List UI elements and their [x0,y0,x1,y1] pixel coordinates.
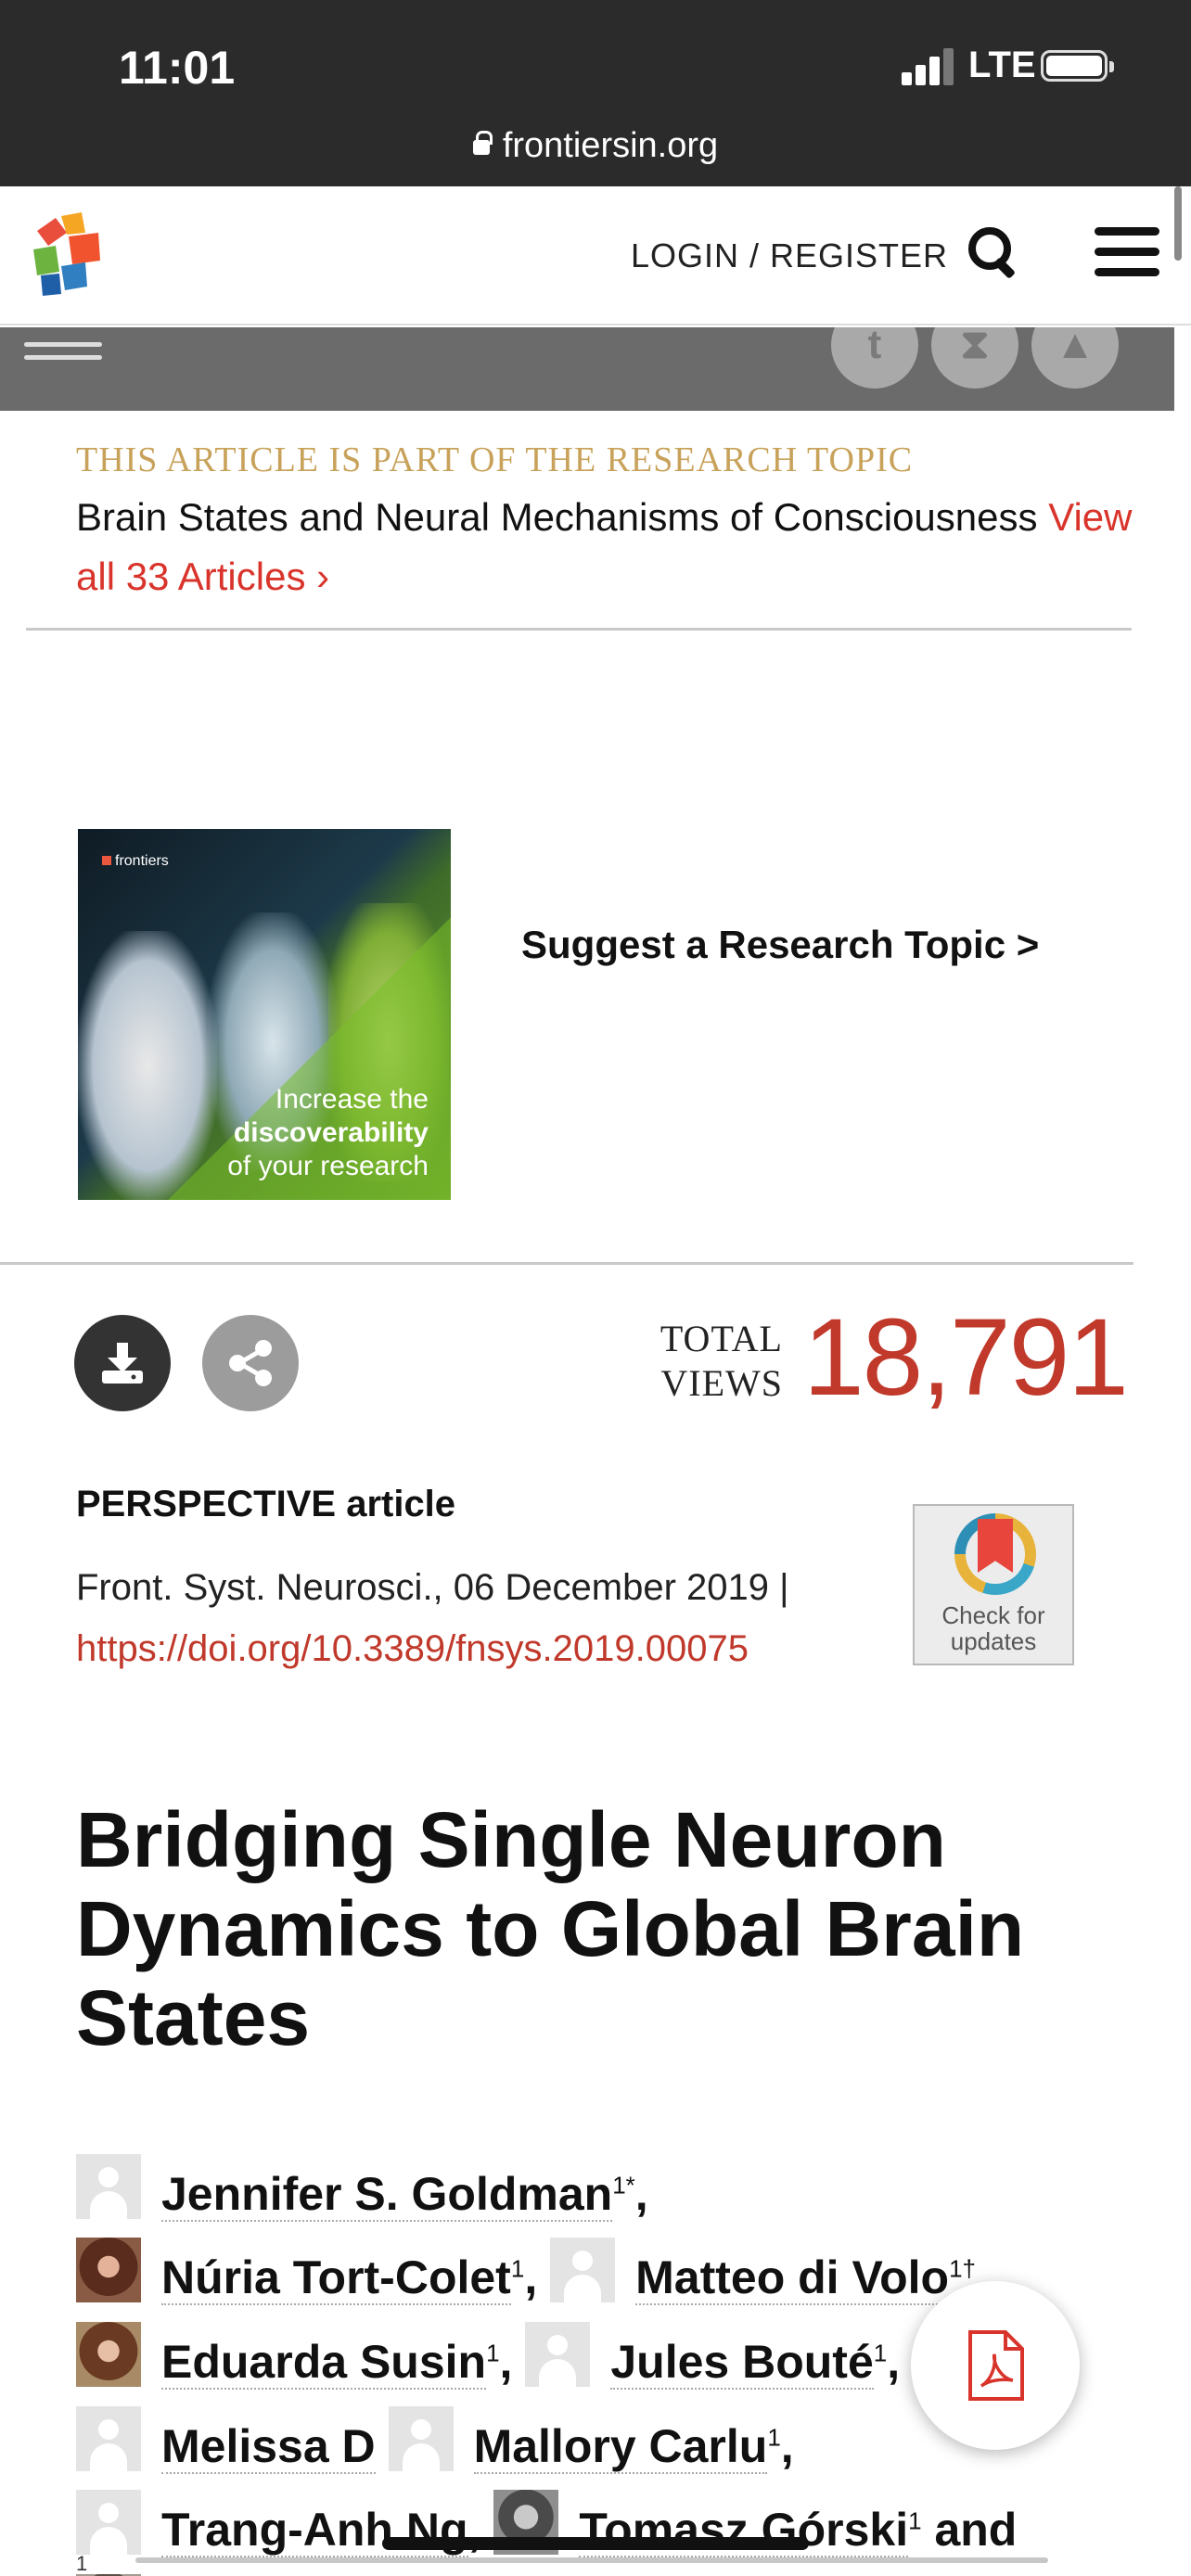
ad-tagline-line2: discoverability [233,1117,429,1148]
rss-glyph: ⧗ [960,327,990,367]
page-scrollbar[interactable] [1174,186,1182,261]
author-entry: Melissa D [76,2405,376,2474]
check-updates-line1: Check for [941,1601,1045,1629]
hamburger-menu-icon[interactable] [1095,223,1159,279]
author-separator: , [780,2419,794,2472]
bell-icon[interactable]: ▲ [1031,327,1119,389]
author-affiliation: 1 [767,2422,781,2451]
author-name-link[interactable]: Núria Tort-Colet [161,2251,511,2306]
section-toolbar: t ⧗ ▲ [0,327,1174,411]
author-separator: , [524,2251,538,2304]
doi-link[interactable]: https://doi.org/10.3389/fnsys.2019.00075 [76,1618,911,1679]
author-name-link[interactable]: Mallory Carlu [473,2419,768,2474]
battery-icon [1041,50,1114,82]
author-avatar[interactable] [76,2490,141,2556]
suggest-research-topic-link[interactable]: Suggest a Research Topic > [521,923,1039,967]
author-avatar[interactable] [388,2405,454,2471]
author-avatar[interactable] [550,2238,616,2303]
author-affiliation: 1* [612,2171,635,2199]
author-entry: Mallory Carlu1, [388,2405,794,2474]
signal-strength-icon [902,46,955,85]
ad-banner[interactable]: frontiers Increase the discoverability o… [78,829,451,1200]
author-separator: and [921,2504,1018,2557]
frontiers-logo[interactable] [28,209,108,298]
author-entry: Jennifer S. Goldman1*, [76,2153,648,2222]
research-topic-section: THIS ARTICLE IS PART OF THE RESEARCH TOP… [76,440,1152,606]
author-affiliation: 1 [510,2254,525,2283]
author-name-link[interactable]: Jennifer S. Goldman [161,2167,613,2222]
author-avatar[interactable] [76,2321,141,2387]
author-name-link[interactable]: Matteo di Volo [635,2251,950,2306]
twitter-glyph: t [867,327,882,367]
author-name-link[interactable]: Jules Bouté [610,2335,874,2390]
home-indicator[interactable] [382,2537,809,2550]
divider [26,628,1132,631]
research-topic-kicker: THIS ARTICLE IS PART OF THE RESEARCH TOP… [76,440,914,479]
article-meta: PERSPECTIVE article Front. Syst. Neurosc… [76,1484,911,1679]
author-entry: Matteo di Volo1†, [550,2238,989,2306]
ad-tagline: Increase the discoverability of your res… [227,1083,429,1183]
share-button[interactable] [202,1315,299,1411]
author-name-link[interactable]: Melissa D [161,2419,376,2474]
footnote-marker: 1 [76,2552,88,2575]
check-updates-line2: updates [950,1627,1037,1655]
site-header: LOGIN / REGISTER [0,186,1191,325]
twitter-icon[interactable]: t [831,327,918,389]
author-affiliation: 1 [486,2339,500,2367]
article-type: PERSPECTIVE article [76,1484,456,1524]
author-name-link[interactable]: Eduarda Susin [161,2335,487,2390]
author-affiliation: 1† [949,2254,976,2283]
ad-brand: frontiers [102,853,169,870]
download-icon [102,1343,143,1384]
lock-icon [472,131,493,155]
research-topic-name[interactable]: Brain States and Neural Mechanisms of Co… [76,495,1038,539]
download-button[interactable] [74,1315,171,1411]
divider [0,1262,1133,1265]
network-type: LTE [968,45,1036,85]
check-for-updates-badge[interactable]: Check for updates [913,1504,1074,1665]
journal-citation: Front. Syst. Neurosci., 06 December 2019… [76,1567,789,1608]
status-and-url-bar: 11:01 LTE frontiersin.org [0,0,1191,186]
author-separator: , [499,2335,513,2388]
address-bar[interactable]: frontiersin.org [0,126,1191,166]
check-for-updates-label: Check for updates [915,1602,1072,1654]
article-title: Bridging Single Neuron Dynamics to Globa… [76,1796,1025,2061]
author-entry: Núria Tort-Colet1, [76,2238,538,2306]
author-separator: , [634,2167,648,2220]
total-views-label-line2: VIEWS [660,1362,783,1404]
author-avatar[interactable] [76,2405,141,2471]
author-affiliation: 1 [873,2339,888,2367]
search-icon[interactable] [965,223,1020,279]
status-time: 11:01 [119,42,236,94]
rss-icon[interactable]: ⧗ [931,327,1018,389]
pdf-download-button[interactable] [911,2281,1080,2450]
share-icon [229,1340,272,1386]
bottom-divider [135,2557,1048,2563]
research-topic-title: Brain States and Neural Mechanisms of Co… [76,488,1152,606]
author-avatar[interactable] [525,2321,591,2387]
author-avatar[interactable] [76,2153,141,2219]
author-entry: Eduarda Susin1, [76,2321,513,2390]
login-register-link[interactable]: LOGIN / REGISTER [631,236,948,275]
ad-tagline-line3: of your research [227,1151,429,1181]
total-views-label-line1: TOTAL [660,1318,783,1359]
author-separator: , [887,2335,901,2388]
total-views-count: 18,791 [803,1296,1129,1419]
url-text: frontiersin.org [502,126,719,165]
bell-glyph: ▲ [1055,327,1095,367]
author-affiliation: 1 [908,2506,922,2535]
author-avatar[interactable] [76,2238,141,2303]
ad-tagline-line1: Increase the [275,1084,429,1115]
author-entry: Jules Bouté1, [525,2321,901,2390]
pdf-icon [968,2330,1024,2401]
total-views-label: TOTAL VIEWS [649,1317,783,1406]
